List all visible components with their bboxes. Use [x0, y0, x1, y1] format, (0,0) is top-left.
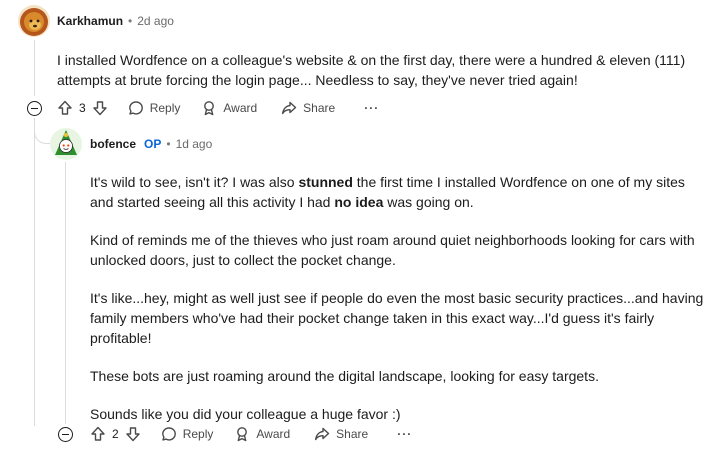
p1-bold-no-idea: no idea — [334, 194, 384, 210]
comment1-text: I installed Wordfence on a colleague's w… — [57, 52, 686, 88]
upvote-button[interactable] — [90, 426, 106, 442]
downvote-button[interactable] — [125, 426, 141, 442]
reply-button[interactable]: Reply — [161, 426, 214, 442]
op-badge: OP — [144, 137, 162, 151]
reply-button[interactable]: Reply — [128, 100, 181, 116]
award-button[interactable]: Award — [234, 426, 290, 442]
share-icon — [315, 427, 330, 441]
comment2-author[interactable]: bofence — [90, 137, 136, 151]
upvote-button[interactable] — [57, 100, 73, 116]
award-icon — [237, 427, 248, 442]
upvote-icon — [91, 426, 105, 441]
comment1-time[interactable]: 2d ago — [137, 14, 174, 28]
thread-line-child — [65, 162, 66, 424]
comment1-author[interactable]: Karkhamun — [57, 14, 123, 28]
comment2-paragraph-2: Kind of reminds me of the thieves who ju… — [90, 232, 695, 268]
comment1-body: I installed Wordfence on a colleague's w… — [57, 50, 697, 90]
thread-line-parent — [34, 118, 35, 426]
comment2-paragraph-5: Sounds like you did your colleague a hug… — [90, 406, 401, 422]
share-label: Share — [336, 427, 369, 441]
downvote-icon — [125, 427, 140, 442]
share-icon — [282, 101, 297, 115]
share-label: Share — [303, 101, 336, 115]
lion-avatar-icon[interactable] — [18, 5, 50, 37]
vote-count: 3 — [79, 101, 86, 115]
thread-line-top — [34, 40, 35, 96]
comment2-paragraph-1: It's wild to see, isn't it? I was also s… — [90, 172, 712, 212]
comment1-meta: Karkhamun • 2d ago — [57, 14, 174, 28]
snoo-avatar-icon[interactable] — [50, 128, 82, 160]
upvote-icon — [58, 100, 72, 115]
p1-text: was going on. — [383, 194, 474, 210]
thread-branch — [34, 118, 50, 144]
award-label: Award — [223, 101, 258, 115]
reply-label: Reply — [149, 101, 181, 115]
p1-text: It's wild to see, isn't it? I was also — [90, 174, 299, 190]
share-button[interactable]: Share — [314, 426, 368, 442]
reply-icon — [128, 101, 143, 115]
more-options-button[interactable]: ··· — [364, 101, 379, 115]
meta-separator: • — [128, 14, 133, 28]
downvote-button[interactable] — [92, 100, 108, 116]
award-button[interactable]: Award — [201, 100, 257, 116]
comment2-actions: 2 Reply Award Share ··· — [90, 422, 412, 446]
comment2-time[interactable]: 1d ago — [176, 137, 213, 151]
more-options-button[interactable]: ··· — [397, 427, 412, 441]
reply-icon — [161, 427, 176, 441]
meta-separator: • — [166, 137, 171, 151]
comment2-body: It's wild to see, isn't it? I was also s… — [90, 172, 712, 424]
collapse-thread-button[interactable] — [58, 427, 73, 442]
share-button[interactable]: Share — [281, 100, 335, 116]
award-icon — [204, 101, 215, 116]
collapse-thread-button[interactable] — [27, 101, 42, 116]
comment2-meta: bofence OP • 1d ago — [90, 137, 212, 151]
vote-count: 2 — [112, 427, 119, 441]
award-label: Award — [256, 427, 291, 441]
comment1-actions: 3 Reply Award Share ··· — [57, 96, 379, 120]
reply-label: Reply — [182, 427, 214, 441]
p1-bold-stunned: stunned — [298, 174, 353, 190]
comment2-paragraph-4: These bots are just roaming around the d… — [90, 368, 599, 384]
comment2-paragraph-3: It's like...hey, might as well just see … — [90, 290, 704, 346]
downvote-icon — [92, 101, 107, 116]
